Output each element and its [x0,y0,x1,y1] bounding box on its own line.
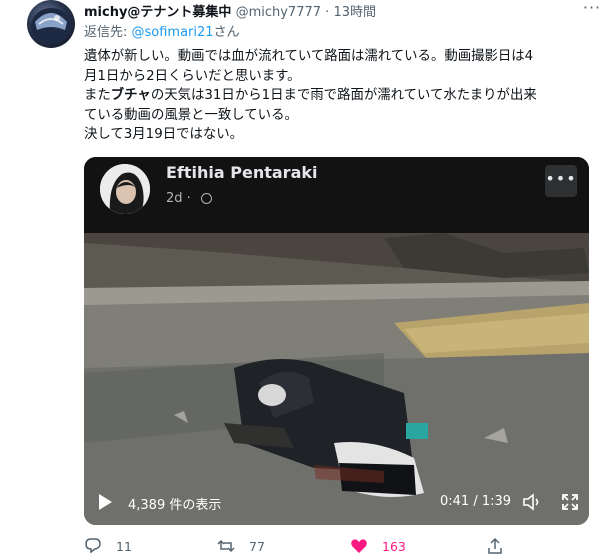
play-icon[interactable] [96,493,114,511]
separator-dot: · [325,5,330,20]
reply-handle-link[interactable]: @sofimari21 [132,25,214,40]
share-button[interactable] [486,537,518,555]
view-count: 4,389 件の表示 [128,498,222,513]
reply-button[interactable]: 11 [84,537,132,555]
video-still-image [84,233,589,525]
volume-icon[interactable] [522,492,542,512]
more-options-icon[interactable]: ··· [580,0,604,20]
reply-to: 返信先: @sofimari21さん [84,21,240,40]
tweet-actions: 11 77 163 [84,537,604,557]
tweet: michy@テナント募集中 @michy7777 · 13時間 ··· 返信先:… [0,0,612,556]
tweet-header: michy@テナント募集中 @michy7777 · 13時間 [84,1,376,20]
tweet-text-line: ている動画の風景と一致している。 [84,107,298,123]
video-timecode: 0:41 / 1:39 [440,494,512,509]
globe-icon [200,193,212,204]
like-count: 163 [382,538,406,554]
user-handle[interactable]: @michy7777 [236,5,321,20]
retweet-count: 77 [249,538,265,554]
fullscreen-icon[interactable] [560,492,580,512]
tweet-text-line: 遺体が新しい。動画では血が流れていて路面は濡れている。動画撮影日は4 [84,49,534,64]
embedded-more-icon[interactable]: ••• [545,165,577,197]
reply-icon [85,538,101,554]
tweet-text-line: 決して3月19日ではない。 [84,127,244,142]
reply-suffix: さん [213,25,240,40]
retweet-button[interactable]: 77 [217,537,265,555]
tweet-text-segment: また [84,88,111,103]
timestamp[interactable]: 13時間 [333,5,376,20]
embedded-author-name[interactable]: Eftihia Pentaraki [166,163,318,182]
reply-count: 11 [116,538,132,554]
tweet-text-line: またブチャの天気は31日から1日まで雨で路面が濡れていて水たまりが出来 [84,86,604,106]
tweet-text-bold: ブチャ [110,88,151,103]
retweet-icon [217,539,235,553]
heart-icon [351,539,367,553]
embedded-author-avatar [100,164,150,214]
tweet-text-segment: の天気は31日から1日まで雨で路面が濡れていて水たまりが出来 [150,88,537,103]
share-icon [488,537,502,554]
reply-prefix: 返信先: [84,25,132,40]
video-frame[interactable] [84,233,589,525]
avatar[interactable] [27,0,75,48]
tweet-text: 遺体が新しい。動画では血が流れていて路面は濡れている。動画撮影日は4 月1日から… [84,47,604,145]
video-card[interactable]: Eftihia Pentaraki 2d · ••• 4,389 件の表示 0:… [84,157,589,525]
like-button[interactable]: 163 [350,537,406,555]
video-controls: 4,389 件の表示 0:41 / 1:39 [84,487,589,517]
embedded-post-age: 2d [166,191,183,206]
display-name[interactable]: michy@テナント募集中 [84,5,231,20]
tweet-text-line: 月1日から2日くらいだと思います。 [84,68,301,84]
embedded-post-meta: 2d · [166,191,212,206]
embedded-post-header: Eftihia Pentaraki 2d · ••• [84,157,589,233]
